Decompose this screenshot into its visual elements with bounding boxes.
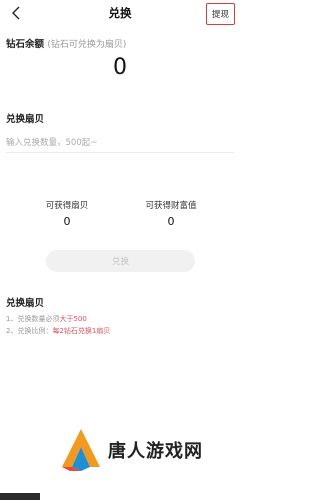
rule-item-2: 2、兑换比例：每2钻石兑换1扇贝 (6, 326, 110, 336)
shells-stat-label: 可获得扇贝 (45, 201, 89, 211)
rule-1-text: 1、兑换数量必须 (6, 315, 60, 323)
header-bar: 兑换 提现 (0, 0, 240, 26)
watermark: 唐人游戏网 (60, 426, 210, 474)
watermark-text: 唐人游戏网 (108, 441, 203, 462)
rule-1-highlight: 大于500 (59, 315, 87, 323)
shells-stat-value: 0 (63, 215, 71, 228)
exchange-label: 兑换扇贝 (6, 114, 45, 125)
balance-label-text: 钻石余额 (6, 39, 45, 50)
rule-2-highlight: 每2钻石兑换1扇贝 (52, 327, 111, 335)
exchange-page: 兑换 提现 钻石余额 (钻石可兑换为扇贝) 0 兑换扇贝 可获得扇贝 0 可获得… (0, 0, 240, 500)
exchange-submit-button[interactable]: 兑换 (46, 250, 195, 272)
rule-2-text: 2、兑换比例： (6, 327, 53, 335)
bottom-edge-bar (0, 493, 40, 500)
rules-title: 兑换扇贝 (6, 298, 45, 309)
page-title: 兑换 (108, 6, 132, 20)
balance-label: 钻石余额 (钻石可兑换为扇贝) (6, 36, 126, 50)
wealth-stat-label: 可获得财富值 (145, 201, 197, 211)
rule-item-1: 1、兑换数量必须大于500 (6, 314, 87, 324)
wealth-stat: 可获得财富值 0 (126, 199, 216, 228)
balance-value: 0 (113, 55, 127, 80)
wealth-stat-value: 0 (167, 215, 175, 228)
exchange-amount-input[interactable] (6, 133, 234, 153)
balance-hint: (钻石可兑换为扇贝) (47, 40, 127, 50)
shells-stat: 可获得扇贝 0 (22, 199, 112, 228)
withdraw-button[interactable]: 提现 (206, 3, 235, 25)
watermark-logo-icon (62, 429, 100, 471)
